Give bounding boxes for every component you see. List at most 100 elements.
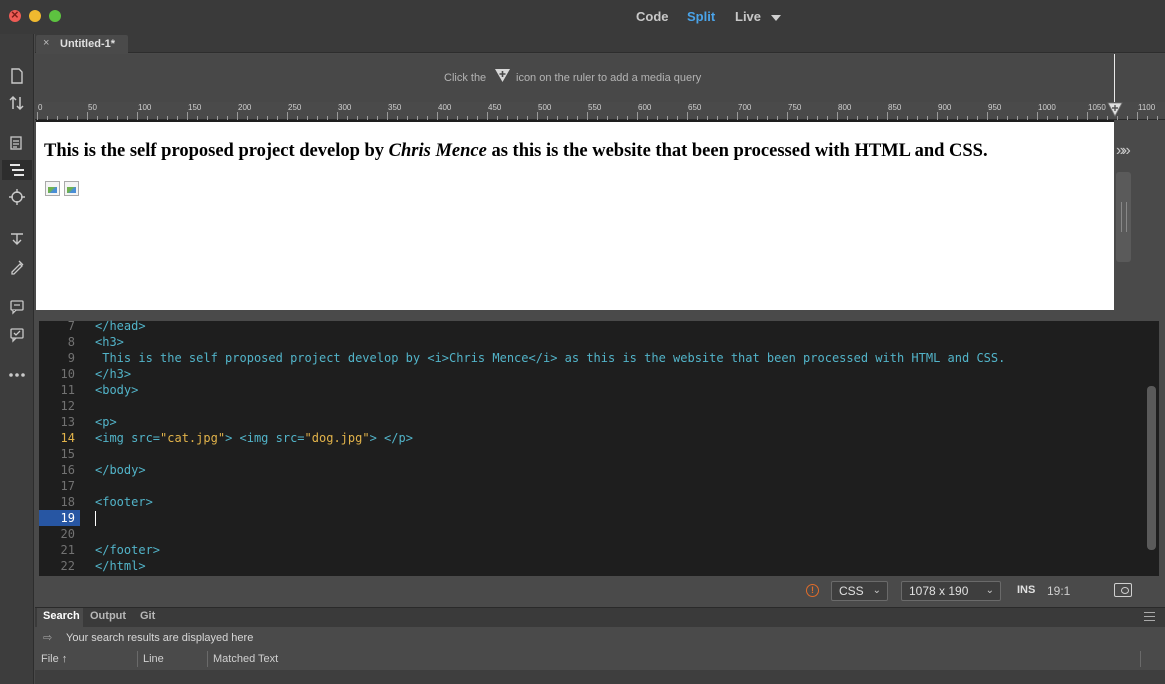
window-size-select[interactable]: 1078 x 190 ⌄ <box>901 581 1001 601</box>
line-number[interactable]: 14 <box>39 430 75 446</box>
code-scrollbar[interactable] <box>1147 386 1156 550</box>
document-tab[interactable]: × Untitled-1* <box>36 35 128 53</box>
live-view-resize-handle[interactable] <box>1116 172 1131 262</box>
line-number[interactable]: 16 <box>39 462 75 478</box>
close-window-button[interactable] <box>9 7 21 22</box>
tab-output[interactable]: Output <box>90 610 126 622</box>
ruler-label: 900 <box>938 103 952 112</box>
left-toolbar <box>0 34 34 684</box>
code-line[interactable]: <body> <box>95 382 138 398</box>
line-number[interactable]: 8 <box>39 334 75 350</box>
realtime-preview-icon[interactable] <box>1114 583 1132 597</box>
zoom-window-button[interactable] <box>49 10 61 22</box>
column-divider[interactable] <box>1140 651 1141 667</box>
column-matched-text[interactable]: Matched Text <box>213 653 278 665</box>
line-number[interactable]: 15 <box>39 446 75 462</box>
column-file[interactable]: File ↑ <box>41 653 67 665</box>
ruler-label: 700 <box>738 103 752 112</box>
file-transfer-icon[interactable] <box>7 93 27 113</box>
line-number[interactable]: 7 <box>39 318 75 334</box>
line-number[interactable]: 18 <box>39 494 75 510</box>
properties-icon[interactable] <box>7 133 27 153</box>
code-line[interactable]: <h3> <box>95 334 124 350</box>
code-line[interactable]: </html> <box>95 558 146 574</box>
live-view-button[interactable]: Live <box>735 9 761 24</box>
more-icon[interactable] <box>7 365 27 385</box>
code-token: </footer> <box>95 543 161 557</box>
ruler-label: 100 <box>138 103 152 112</box>
line-number[interactable]: 13 <box>39 414 75 430</box>
code-token: <body> <box>95 383 139 397</box>
line-number[interactable]: 19 <box>39 510 80 526</box>
code-view-button[interactable]: Code <box>636 9 669 24</box>
line-number[interactable]: 17 <box>39 478 75 494</box>
ruler-label: 550 <box>588 103 602 112</box>
tab-search[interactable]: Search <box>43 610 80 622</box>
broken-image-cat[interactable] <box>45 181 60 196</box>
code-line[interactable]: </footer> <box>95 542 160 558</box>
close-tab-icon[interactable]: × <box>43 37 49 49</box>
ruler-label: 500 <box>538 103 552 112</box>
broken-image-dog[interactable] <box>64 181 79 196</box>
checklist-icon[interactable] <box>7 325 27 345</box>
column-divider[interactable] <box>207 651 208 667</box>
target-icon[interactable] <box>7 187 27 207</box>
column-line[interactable]: Line <box>143 653 164 665</box>
line-number[interactable]: 20 <box>39 526 75 542</box>
media-query-handle-icon[interactable] <box>1107 102 1123 118</box>
ruler-label: 0 <box>38 103 43 112</box>
code-line[interactable]: This is the self proposed project develo… <box>95 350 1005 366</box>
ruler-label: 450 <box>488 103 502 112</box>
line-number[interactable]: 12 <box>39 398 75 414</box>
file-icon[interactable] <box>7 66 27 86</box>
line-number[interactable]: 11 <box>39 382 75 398</box>
line-number[interactable]: 9 <box>39 350 75 366</box>
insert-icon[interactable] <box>7 228 27 248</box>
line-number[interactable]: 22 <box>39 558 75 574</box>
ruler-label: 1100 <box>1138 103 1156 112</box>
expand-panel-chevrons-icon[interactable]: »» <box>1116 142 1131 160</box>
code-line[interactable]: <footer> <box>95 494 153 510</box>
code-token: </body> <box>95 463 146 477</box>
code-token: > <img src= <box>225 431 305 445</box>
window-size-value: 1078 x 190 <box>909 584 969 598</box>
results-column-header <box>35 649 1165 669</box>
comment-icon[interactable] <box>7 297 27 317</box>
code-line[interactable]: </body> <box>95 462 146 478</box>
line-number[interactable]: 21 <box>39 542 75 558</box>
split-view-divider[interactable] <box>36 310 1165 321</box>
code-line[interactable]: <p> <box>95 414 117 430</box>
insert-mode-indicator[interactable]: INS <box>1017 584 1035 596</box>
code-token: </h3> <box>95 367 132 381</box>
ruler-label: 250 <box>288 103 302 112</box>
snippets-icon[interactable] <box>7 257 27 277</box>
search-results-list[interactable] <box>35 670 1165 684</box>
live-heading[interactable]: This is the self proposed project develo… <box>44 141 988 162</box>
split-view-button[interactable]: Split <box>687 9 715 24</box>
code-line[interactable]: </head> <box>95 318 146 334</box>
dom-icon[interactable] <box>2 160 32 180</box>
live-dropdown-chevron-down-icon[interactable] <box>771 15 781 21</box>
code-token: </i> <box>528 351 558 365</box>
column-file-label: File <box>41 653 59 665</box>
language-select[interactable]: CSS ⌄ <box>831 581 888 601</box>
minimize-window-button[interactable] <box>29 10 41 22</box>
tab-git[interactable]: Git <box>140 610 155 622</box>
language-select-value: CSS <box>839 584 864 598</box>
warning-icon[interactable]: ! <box>806 584 819 597</box>
title-bar <box>0 0 1165 34</box>
code-token: </head> <box>95 319 146 333</box>
text-cursor <box>95 511 96 526</box>
live-heading-italic: Chris Mence <box>388 141 487 161</box>
column-divider[interactable] <box>137 651 138 667</box>
line-number[interactable]: 10 <box>39 366 75 382</box>
ruler-label: 150 <box>188 103 202 112</box>
code-token: </html> <box>95 559 146 573</box>
search-results-message: Your search results are displayed here <box>66 632 254 644</box>
ruler-label: 300 <box>338 103 352 112</box>
panel-menu-icon[interactable] <box>1144 612 1155 621</box>
ruler-label: 1050 <box>1088 103 1106 112</box>
code-line[interactable]: </h3> <box>95 366 131 382</box>
panel-tab-bar <box>35 607 1165 627</box>
code-line[interactable]: <img src="cat.jpg"> <img src="dog.jpg"> … <box>95 430 413 446</box>
